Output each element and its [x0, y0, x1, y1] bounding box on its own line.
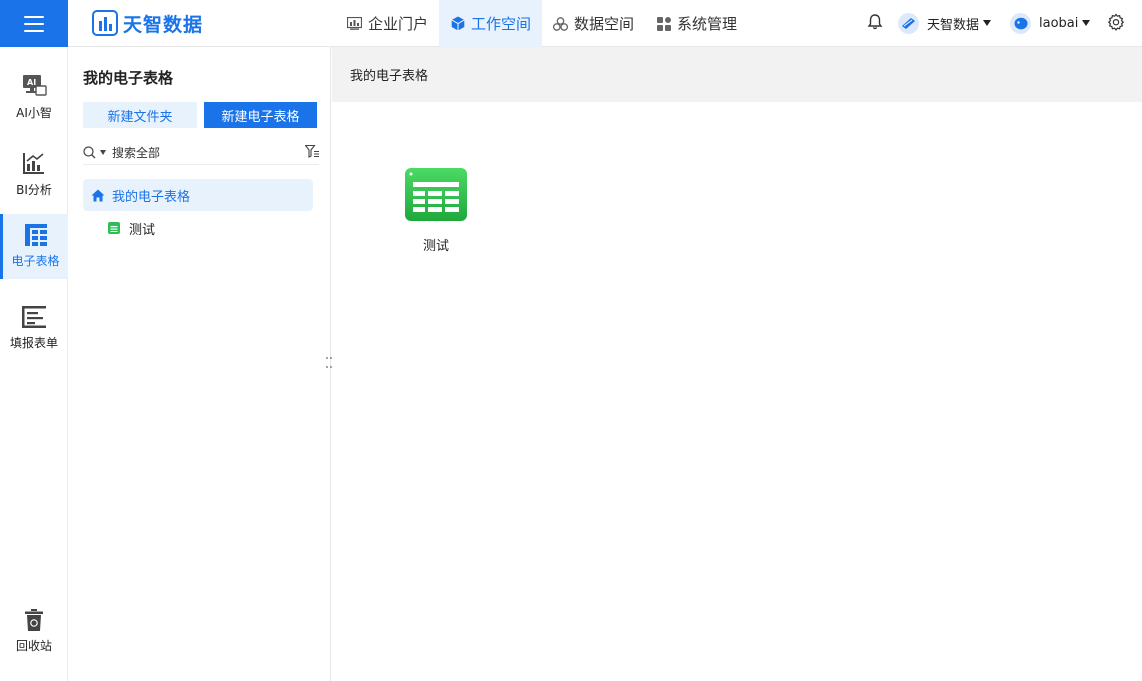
nav-item-label: 工作空间 — [471, 15, 532, 33]
organization-logo-icon — [898, 12, 919, 34]
search-icon — [83, 146, 96, 159]
modules-icon — [656, 16, 671, 31]
user-menu[interactable]: laobai — [1010, 12, 1091, 34]
sidebar-item-label: AI小智 — [16, 105, 52, 120]
file-grid: 测试 — [332, 102, 1142, 681]
menu-toggle-button[interactable] — [0, 0, 68, 47]
sidebar-item-bi[interactable]: BI分析 — [0, 142, 68, 206]
panel-title: 我的电子表格 — [83, 69, 174, 87]
home-icon — [91, 189, 105, 201]
sidebar-item-form[interactable]: 填报表单 — [0, 296, 68, 360]
filter-icon[interactable] — [305, 145, 319, 158]
recycle-bin-icon — [25, 608, 43, 631]
sidebar-item-recycle-bin[interactable]: 回收站 — [0, 599, 68, 663]
tree-node-label: 测试 — [129, 222, 156, 238]
sidebar-item-spreadsheet[interactable]: 电子表格 — [0, 214, 68, 279]
sidebar-item-label: 填报表单 — [9, 335, 58, 350]
nav-item-system[interactable]: 系统管理 — [645, 0, 748, 47]
app-name: 天智数据 — [123, 13, 204, 36]
logo-icon — [92, 10, 118, 36]
tree-node-root[interactable]: 我的电子表格 — [83, 179, 313, 211]
nav-item-label: 数据空间 — [574, 15, 635, 33]
settings-gear-icon[interactable] — [1107, 13, 1125, 31]
sheet-file-icon — [108, 222, 120, 234]
tree-search[interactable]: 搜索全部 — [83, 141, 319, 165]
user-name: laobai — [1039, 15, 1079, 31]
ai-monitor-icon: AI — [23, 74, 47, 96]
nav-item-portal[interactable]: 企业门户 — [336, 0, 439, 47]
dashboard-icon — [347, 16, 362, 31]
notifications-bell-icon[interactable] — [866, 13, 884, 31]
data-cluster-icon — [553, 16, 569, 31]
nav-item-label: 系统管理 — [677, 15, 738, 33]
cube-icon — [450, 16, 465, 31]
user-avatar — [1010, 12, 1031, 34]
chevron-down-icon — [983, 20, 992, 26]
new-spreadsheet-button[interactable]: 新建电子表格 — [204, 102, 317, 128]
chevron-down-icon — [1082, 20, 1091, 26]
sidebar-item-label: BI分析 — [16, 182, 52, 197]
module-sidebar: AI AI小智 BI分析 电子表格 填报表单 回收站 — [0, 47, 68, 681]
breadcrumb: 我的电子表格 — [332, 47, 1142, 102]
nav-item-workspace[interactable]: 工作空间 — [439, 0, 543, 47]
tree-node-file[interactable]: 测试 — [108, 217, 155, 239]
sidebar-item-ai[interactable]: AI AI小智 — [0, 65, 68, 129]
file-tile[interactable]: 测试 — [405, 168, 467, 254]
svg-text:AI: AI — [27, 78, 36, 87]
chevron-down-icon[interactable] — [100, 150, 106, 155]
file-name: 测试 — [422, 239, 449, 254]
spreadsheet-icon — [24, 224, 47, 246]
new-folder-button[interactable]: 新建文件夹 — [83, 102, 197, 128]
sidebar-item-label: 电子表格 — [11, 254, 60, 268]
top-navigation: 企业门户 工作空间 数据空间 系统管理 — [336, 0, 748, 47]
app-logo[interactable]: 天智数据 — [92, 10, 203, 36]
nav-item-dataspace[interactable]: 数据空间 — [542, 0, 645, 47]
organization-name: 天智数据 — [927, 17, 980, 33]
sidebar-item-label: 回收站 — [15, 638, 52, 653]
folder-tree-panel: 我的电子表格 新建文件夹 新建电子表格 搜索全部 我的电子表格 测试 — [68, 47, 331, 681]
organization-switcher[interactable]: 天智数据 — [898, 12, 992, 34]
top-bar: 天智数据 企业门户 工作空间 数据空间 系统管理 天智数据 laobai — [0, 0, 1142, 47]
spreadsheet-file-icon — [405, 168, 467, 221]
search-input[interactable]: 搜索全部 — [112, 144, 160, 161]
form-icon — [22, 305, 46, 328]
tree-node-label: 我的电子表格 — [112, 189, 191, 205]
nav-item-label: 企业门户 — [368, 15, 429, 33]
bar-chart-icon — [23, 152, 44, 174]
hamburger-icon — [24, 15, 44, 32]
